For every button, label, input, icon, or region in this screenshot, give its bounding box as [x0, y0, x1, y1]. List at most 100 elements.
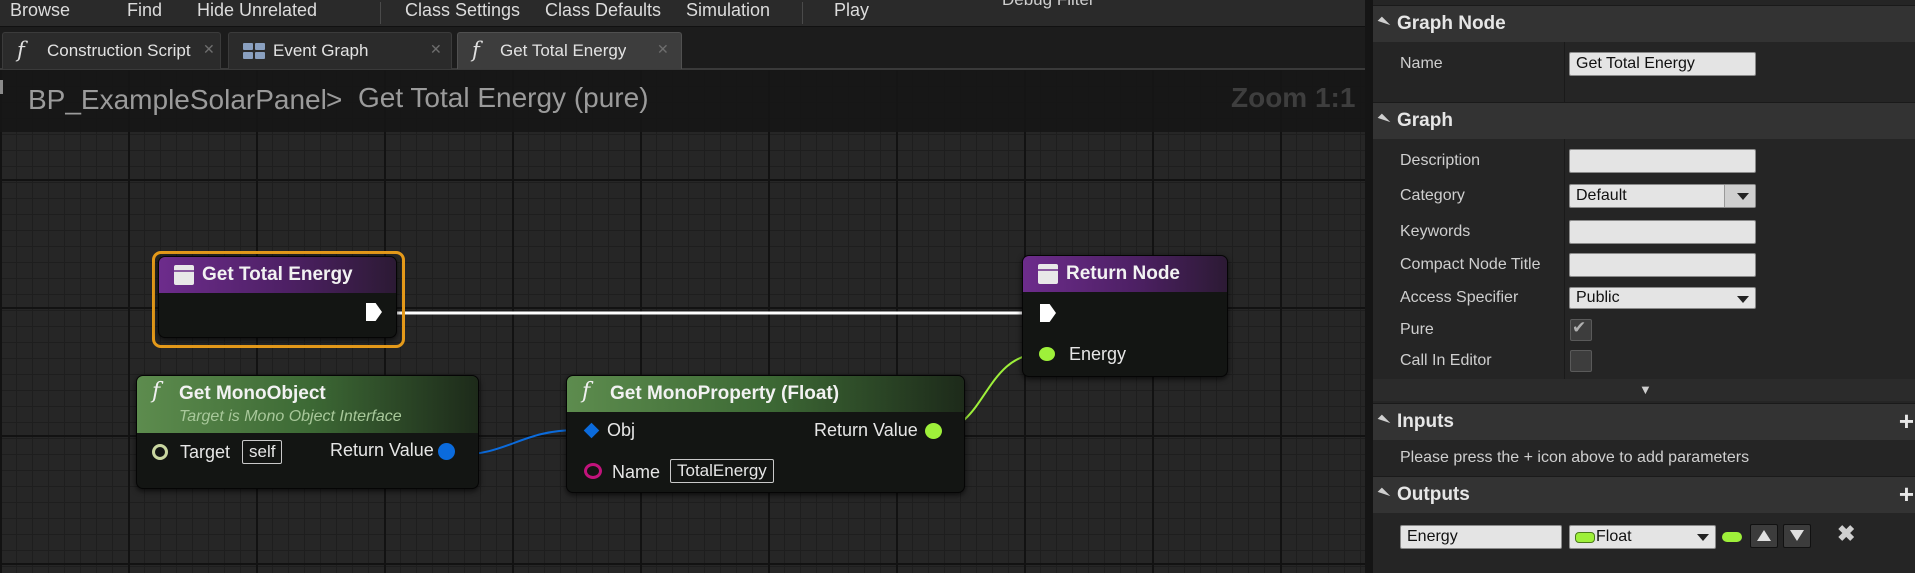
pure-checkbox[interactable]: ✔	[1570, 318, 1592, 341]
category-inputs[interactable]: Inputs +	[1373, 403, 1915, 440]
tab-label: Construction Script	[47, 41, 191, 60]
node-subtitle: Target is Mono Object Interface	[179, 408, 402, 425]
function-icon: f	[582, 379, 591, 404]
add-input-button[interactable]: +	[1899, 408, 1914, 434]
call-in-editor-label: Call In Editor	[1400, 352, 1492, 369]
pin-label-target: Target	[180, 442, 231, 462]
collapse-arrow-icon	[1377, 487, 1391, 501]
tab-event-graph[interactable]: Event Graph ✕	[228, 32, 452, 69]
node-title: Return Node	[1066, 263, 1180, 284]
chevron-down-icon	[1697, 534, 1709, 541]
combo-button[interactable]	[1724, 185, 1755, 207]
node-return[interactable]: Return Node Energy	[1022, 255, 1228, 377]
compact-node-title-label: Compact Node Title	[1400, 256, 1541, 273]
tab-get-total-energy[interactable]: f Get Total Energy ✕	[457, 32, 682, 69]
description-label: Description	[1400, 152, 1481, 169]
obj-input-pin[interactable]	[583, 422, 600, 439]
call-in-editor-checkbox[interactable]	[1570, 350, 1592, 372]
function-entry-icon	[174, 265, 194, 285]
pure-label: Pure	[1400, 321, 1434, 338]
target-input-pin[interactable]	[152, 444, 168, 460]
collapse-arrow-icon	[1377, 113, 1391, 127]
node-get-mono-property[interactable]: f Get MonoProperty (Float) Obj Return Va…	[566, 375, 965, 493]
category-combo[interactable]: Default	[1569, 184, 1756, 208]
name-label: Name	[1400, 55, 1443, 72]
keywords-label: Keywords	[1400, 223, 1471, 240]
pin-label-return-value: Return Value	[814, 420, 918, 440]
chevron-down-icon	[1737, 296, 1749, 303]
advanced-expander[interactable]: ▼	[1373, 379, 1915, 401]
access-specifier-value: Public	[1576, 289, 1620, 306]
category-outputs[interactable]: Outputs +	[1373, 476, 1915, 513]
collapse-arrow-icon	[1377, 16, 1391, 30]
target-value-box[interactable]: self	[242, 440, 283, 464]
document-tabs: f Construction Script ✕ Event Graph ✕ f …	[0, 27, 1365, 70]
node-get-mono-object[interactable]: f Get MonoObject Target is Mono Object I…	[136, 375, 479, 489]
close-icon[interactable]: ✕	[657, 41, 669, 58]
category-label: Category	[1400, 187, 1465, 204]
name-input-pin[interactable]	[584, 463, 602, 479]
tab-label: Get Total Energy	[500, 41, 627, 60]
category-graph-node[interactable]: Graph Node	[1373, 5, 1915, 42]
pin-label-name: Name	[612, 462, 661, 482]
float-type-icon	[1575, 532, 1595, 543]
find-button[interactable]: Find	[127, 0, 162, 22]
node-title: Get Total Energy	[202, 264, 353, 285]
output-param-type-combo[interactable]: Float	[1569, 525, 1716, 549]
compact-node-title-field[interactable]	[1569, 253, 1756, 277]
class-defaults-button[interactable]: Class Defaults	[545, 0, 661, 22]
move-up-button[interactable]	[1750, 524, 1778, 548]
category-graph[interactable]: Graph	[1373, 102, 1915, 139]
exec-output-pin[interactable]	[366, 303, 382, 321]
access-specifier-combo[interactable]: Public	[1569, 287, 1756, 309]
tab-label: Event Graph	[273, 41, 369, 60]
exec-input-pin[interactable]	[1040, 304, 1056, 322]
description-field[interactable]	[1569, 149, 1756, 173]
checkmark-icon: ✔	[1572, 318, 1587, 337]
return-value-output-pin[interactable]	[925, 423, 942, 439]
keywords-field[interactable]	[1569, 220, 1756, 244]
node-title: Get MonoObject	[179, 383, 326, 404]
node-function-entry[interactable]: Get Total Energy	[158, 256, 397, 338]
remove-output-button[interactable]: ✖	[1837, 521, 1855, 547]
output-param-type-value: Float	[1596, 528, 1632, 545]
expand-arrow-icon: ▼	[1639, 382, 1652, 397]
add-output-button[interactable]: +	[1899, 481, 1914, 507]
toolbar-divider	[802, 2, 803, 24]
energy-input-pin[interactable]	[1039, 347, 1055, 361]
collapse-arrow-icon	[1377, 414, 1391, 428]
close-icon[interactable]: ✕	[430, 41, 442, 58]
debug-filter-label[interactable]: Debug Filter	[1002, 0, 1095, 10]
output-param-name-field[interactable]: Energy	[1400, 525, 1562, 549]
tab-construction-script[interactable]: f Construction Script ✕	[2, 32, 221, 69]
move-down-button[interactable]	[1783, 524, 1811, 548]
column-divider	[1564, 42, 1565, 102]
access-specifier-label: Access Specifier	[1400, 289, 1519, 306]
return-value-output-pin[interactable]	[438, 443, 455, 460]
name-field[interactable]: Get Total Energy	[1569, 52, 1756, 76]
class-settings-button[interactable]: Class Settings	[405, 0, 520, 22]
function-icon: f	[152, 379, 161, 404]
simulation-button[interactable]: Simulation	[686, 0, 770, 22]
close-icon[interactable]: ✕	[203, 41, 215, 58]
name-value-box[interactable]: TotalEnergy	[670, 459, 774, 483]
column-divider	[1564, 139, 1565, 379]
toolbar-divider	[380, 2, 381, 24]
category-title: Inputs	[1397, 411, 1454, 432]
function-icon: f	[472, 38, 480, 62]
float-pin-icon	[1722, 532, 1742, 542]
toolbar: Browse Find Hide Unrelated Class Setting…	[0, 0, 1365, 27]
event-graph-icon	[243, 43, 267, 60]
play-button[interactable]: Play	[834, 0, 869, 22]
chevron-down-icon	[1737, 193, 1749, 200]
browse-button[interactable]: Browse	[10, 0, 70, 22]
hide-unrelated-button[interactable]: Hide Unrelated	[197, 0, 317, 22]
inputs-hint: Please press the + icon above to add par…	[1400, 449, 1750, 466]
function-icon: f	[17, 38, 25, 62]
category-title: Outputs	[1397, 484, 1470, 505]
details-panel: Graph Node Name Get Total Energy Graph D…	[1370, 0, 1915, 573]
blueprint-graph-canvas[interactable]: BP_ExampleSolarPanel > Get Total Energy …	[0, 70, 1365, 573]
return-node-icon	[1038, 264, 1058, 284]
pin-label-energy: Energy	[1069, 344, 1127, 364]
category-title: Graph Node	[1397, 13, 1506, 34]
